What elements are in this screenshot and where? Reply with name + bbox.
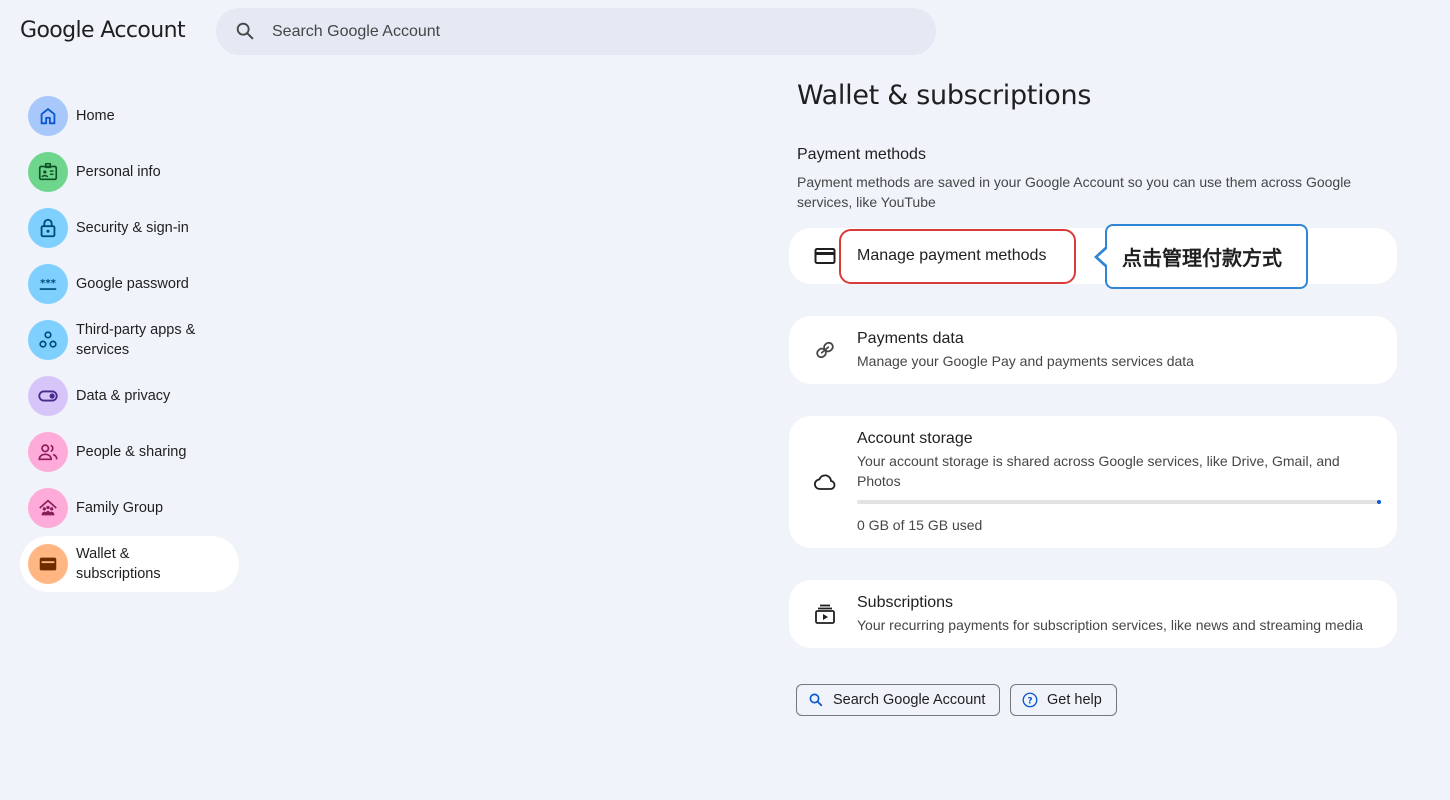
people-icon — [38, 444, 58, 461]
payments-data-title: Payments data — [857, 330, 964, 347]
credit-card-icon — [814, 248, 836, 264]
people-icon-badge — [28, 432, 68, 472]
storage-usage-bar — [857, 500, 1379, 504]
footer-search-label: Search Google Account — [833, 692, 986, 708]
search-icon — [809, 693, 823, 707]
account-storage-card[interactable]: Account storage Your account storage is … — [789, 416, 1397, 548]
search-icon — [236, 22, 254, 40]
family-icon — [39, 499, 57, 516]
id-card-icon-badge — [28, 152, 68, 192]
search-bar[interactable] — [216, 8, 936, 55]
sidebar-item-label: Google password — [76, 276, 189, 292]
help-icon: ? — [1022, 692, 1038, 708]
sidebar-item-label: People & sharing — [76, 444, 187, 460]
sidebar-item-security[interactable]: Security & sign-in — [20, 200, 240, 256]
lock-icon — [40, 218, 56, 238]
apps-icon-badge — [28, 320, 68, 360]
apps-icon — [39, 331, 57, 348]
svg-text:***: *** — [40, 278, 57, 289]
callout-arrow-inner — [1098, 248, 1108, 266]
lock-icon-badge — [28, 208, 68, 248]
sidebar-item-home[interactable]: Home — [20, 88, 240, 144]
get-help-label: Get help — [1047, 692, 1102, 708]
get-help-button[interactable]: ? Get help — [1010, 684, 1117, 716]
storage-usage-indicator — [1377, 500, 1381, 504]
wallet-icon-badge — [28, 544, 68, 584]
wallet-icon — [39, 557, 57, 571]
payments-data-subtitle: Manage your Google Pay and payments serv… — [857, 353, 1194, 369]
sidebar-nav: Home Personal info Security & sign-in **… — [20, 88, 240, 592]
header: Google Account — [0, 0, 1450, 64]
sidebar-item-label: Data & privacy — [76, 388, 171, 404]
sidebar-item-wallet-subscriptions[interactable]: Wallet & subscriptions — [20, 536, 239, 592]
subscriptions-icon — [815, 604, 835, 624]
sidebar-item-label: Family Group — [76, 500, 164, 516]
payment-methods-description: Payment methods are saved in your Google… — [797, 174, 1352, 210]
storage-usage-text: 0 GB of 15 GB used — [857, 517, 983, 533]
sidebar-item-personal-info[interactable]: Personal info — [20, 144, 240, 200]
manage-payment-methods-label: Manage payment methods — [857, 247, 1047, 264]
sidebar-item-third-party-apps[interactable]: Third-party apps & services — [20, 312, 240, 368]
page-title: Wallet & subscriptions — [797, 80, 1092, 111]
cloud-icon — [814, 474, 836, 490]
subscriptions-subtitle: Your recurring payments for subscription… — [857, 617, 1364, 633]
password-icon-badge: *** — [28, 264, 68, 304]
account-storage-subtitle: Your account storage is shared across Go… — [857, 453, 1340, 489]
sidebar-item-label: Security & sign-in — [76, 220, 189, 236]
sidebar-item-label: Wallet & subscriptions — [76, 546, 161, 582]
sidebar-item-label: Personal info — [76, 164, 161, 180]
sidebar-item-family-group[interactable]: Family Group — [20, 480, 240, 536]
google-account-logo[interactable]: Google Account — [20, 18, 186, 43]
footer-search-button[interactable]: Search Google Account — [796, 684, 1001, 716]
sidebar-item-data-privacy[interactable]: Data & privacy — [20, 368, 240, 424]
id-card-icon — [38, 163, 58, 181]
toggle-icon-badge — [28, 376, 68, 416]
account-storage-title: Account storage — [857, 430, 973, 447]
svg-text:?: ? — [1027, 696, 1032, 706]
toggle-icon — [38, 390, 58, 402]
home-icon — [40, 108, 56, 125]
subscriptions-title: Subscriptions — [857, 594, 954, 611]
subscriptions-card[interactable]: Subscriptions Your recurring payments fo… — [789, 580, 1397, 648]
payments-data-icon — [816, 341, 834, 359]
password-icon: *** — [39, 278, 57, 290]
sidebar-item-label: Third-party apps & services — [76, 322, 196, 358]
payment-methods-heading: Payment methods — [797, 146, 926, 163]
search-input[interactable] — [272, 8, 912, 55]
family-icon-badge — [28, 488, 68, 528]
payments-data-card[interactable]: Payments data Manage your Google Pay and… — [789, 316, 1397, 384]
home-icon-badge — [28, 96, 68, 136]
instruction-callout: 点击管理付款方式 — [1105, 224, 1308, 289]
sidebar-item-google-password[interactable]: *** Google password — [20, 256, 240, 312]
sidebar-item-label: Home — [76, 108, 115, 124]
sidebar-item-people-sharing[interactable]: People & sharing — [20, 424, 240, 480]
